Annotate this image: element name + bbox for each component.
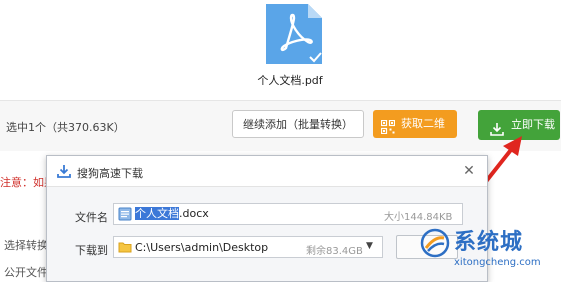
file-size-text: 大小144.84KB <box>384 212 453 223</box>
qr-code-icon <box>380 117 396 135</box>
filename-selected-text: 个人文档 <box>135 207 179 220</box>
filename-value[interactable]: 个人文档.docx <box>135 207 209 221</box>
download-now-label: 立即下载 <box>511 118 555 131</box>
file-name-label: 个人文档.pdf <box>257 74 323 87</box>
free-space-text: 剩余83.4GB <box>306 246 363 257</box>
folder-icon <box>118 240 132 254</box>
close-icon[interactable]: ✕ <box>461 163 477 179</box>
download-arrow-icon <box>57 164 71 178</box>
pdf-file-icon[interactable] <box>264 4 324 66</box>
dialog-titlebar[interactable]: 搜狗高速下载 ✕ <box>47 156 487 187</box>
public-file-text: 公开文件 <box>4 266 48 279</box>
save-path-select[interactable]: C:\Users\admin\Desktop 剩余83.4GB ▼ <box>113 236 383 258</box>
word-document-icon <box>118 207 132 221</box>
select-convert-text: 选择转换 <box>4 239 48 252</box>
watermark-domain: xitongcheng.com <box>454 257 541 268</box>
selection-info: 选中1个（共370.63K） <box>6 121 125 134</box>
chevron-down-icon[interactable]: ▼ <box>366 241 373 251</box>
watermark-logo-icon <box>420 228 450 258</box>
download-icon <box>490 118 504 136</box>
site-watermark: 系统城 xitongcheng.com <box>418 224 561 276</box>
filename-label: 文件名 <box>75 211 108 224</box>
filename-input[interactable]: 个人文档.docx 大小144.84KB <box>113 203 463 225</box>
continue-add-button[interactable]: 继续添加（批量转换） <box>232 110 364 138</box>
save-to-label: 下载到 <box>75 244 108 257</box>
get-qr-code-button[interactable]: 获取二维 <box>373 110 457 138</box>
filename-extension: .docx <box>179 207 209 220</box>
save-path-value: C:\Users\admin\Desktop <box>135 241 269 254</box>
dialog-title: 搜狗高速下载 <box>77 167 143 180</box>
get-qr-code-label: 获取二维 <box>401 117 445 130</box>
watermark-title: 系统城 <box>454 230 524 255</box>
